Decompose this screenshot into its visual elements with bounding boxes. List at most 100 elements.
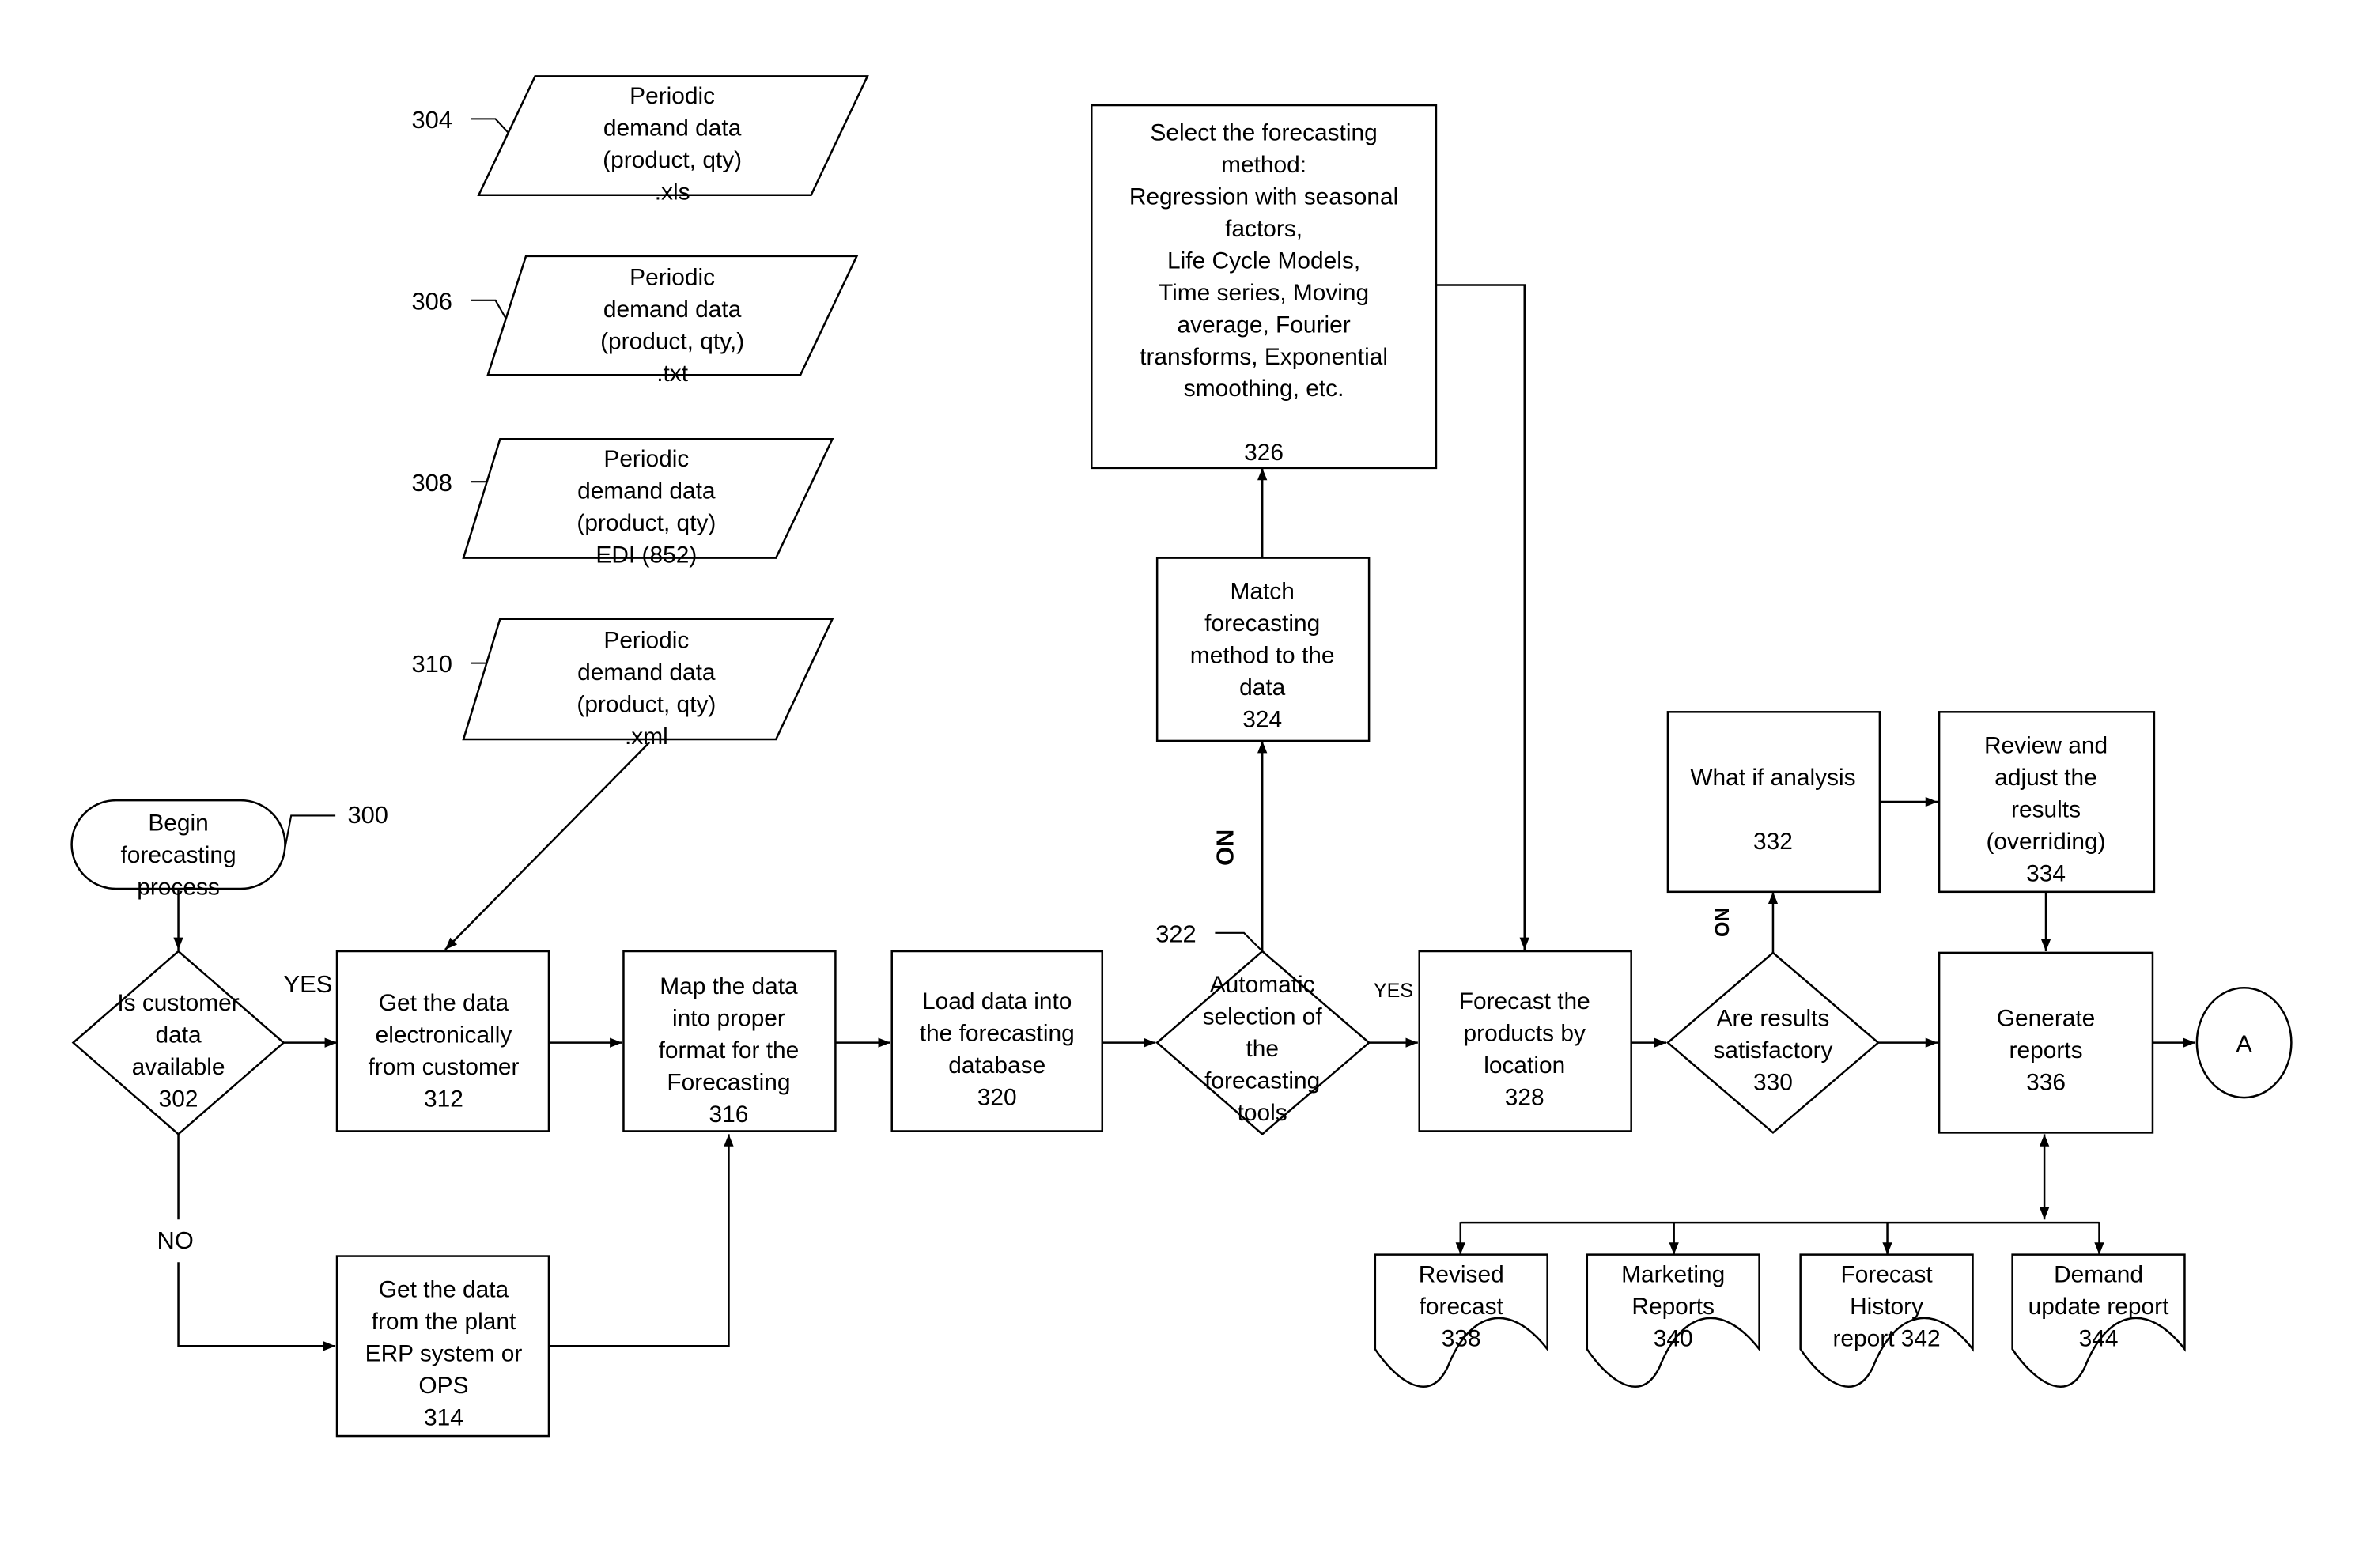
process-312: Get the data electronically from customer 3… xyxy=(335,950,550,1132)
box-314-text-line: from the plant xyxy=(372,1309,516,1335)
report-344-text-line: update report xyxy=(2028,1294,2169,1320)
box-332-text-line: What if analysis xyxy=(1690,765,1855,791)
decision-330-text-line: satisfactory xyxy=(1713,1037,1832,1064)
box-326-text-line: Life Cycle Models, xyxy=(1167,247,1360,274)
box-326-text-line: smoothing, etc. xyxy=(1184,376,1344,402)
box-314-text-line: OPS xyxy=(418,1373,468,1399)
box-320-text-line: 320 xyxy=(977,1085,1017,1111)
report-340: Marketing Reports 340 xyxy=(1586,1253,1760,1388)
report-documents: Revised forecast 338 Marketing Reports 340 For… xyxy=(1374,1253,2186,1388)
input-308: 308 Periodic demand data (product, qty) EDI… xyxy=(411,437,834,568)
report-340-text-line: 340 xyxy=(1654,1325,1693,1351)
decision-330-text-line: Are results xyxy=(1717,1005,1830,1031)
box-316-text-line: Forecasting xyxy=(667,1069,790,1095)
ref-label-308: 308 xyxy=(411,469,452,497)
box-326-text-line: 326 xyxy=(1244,440,1284,466)
process-314: Get the data from the plant ERP system or O… xyxy=(335,1255,550,1438)
decision-322-text-line: forecasting xyxy=(1204,1068,1320,1094)
box-326-text-line: factors, xyxy=(1225,216,1302,242)
box-326-text-line: method: xyxy=(1221,152,1306,178)
box-324-text-line: Match xyxy=(1230,579,1294,605)
report-340-text-line: Marketing xyxy=(1621,1261,1725,1287)
decision-302-text-line: available xyxy=(132,1054,225,1080)
arrow-314-to-316 xyxy=(548,1134,734,1347)
input-text-308-line: EDI (852) xyxy=(595,542,697,568)
box-324-text-line: 324 xyxy=(1242,707,1282,733)
box-328-text-line: Forecast the xyxy=(1459,988,1590,1014)
input-text-310-line: Periodic xyxy=(603,627,689,653)
input-text-304-line: demand data xyxy=(603,115,742,142)
box-312-text-line: electronically xyxy=(376,1022,512,1048)
box-316-text-line: into proper xyxy=(672,1005,785,1031)
process-326: Select the forecasting method: Regression … xyxy=(1091,104,1438,470)
input-304: 304 Periodic demand data (product, qty) .xl… xyxy=(411,75,869,206)
input-306: 306 Periodic demand data (product, qty,) .t… xyxy=(411,255,859,387)
input-text-304-line: .xls xyxy=(655,179,690,206)
box-326-text-line: Select the forecasting xyxy=(1150,119,1377,145)
input-text-306-line: .txt xyxy=(656,361,689,387)
report-342-text-line: report 342 xyxy=(1832,1325,1940,1351)
decision-302: Is customer data available 302 xyxy=(71,950,285,1135)
input-text-308-line: demand data xyxy=(577,478,716,504)
input-text-304-line: (product, qty) xyxy=(603,147,742,173)
ref-label-310: 310 xyxy=(411,650,452,678)
process-336: Generate reports 336 xyxy=(1938,951,2154,1134)
box-332-text-line: 332 xyxy=(1753,829,1793,855)
box-336-text-line: Generate xyxy=(1997,1005,2096,1031)
process-328: Forecast the products by location 328 xyxy=(1418,950,1632,1132)
box-314-text-line: ERP system or xyxy=(365,1341,523,1367)
start-text-line: forecasting xyxy=(120,842,236,868)
no-label-322: NO xyxy=(1211,829,1238,866)
box-312-text-line: 312 xyxy=(424,1086,463,1113)
arrow-326-to-328 xyxy=(1435,284,1529,950)
box-314-text-line: 314 xyxy=(424,1405,463,1431)
box-314-text-line: Get the data xyxy=(379,1277,509,1303)
process-324: Match forecasting method to the data 324 xyxy=(1155,557,1371,742)
input-text-306-line: Periodic xyxy=(630,265,715,291)
box-334-text-line: adjust the xyxy=(1994,765,2097,791)
report-342-text-line: History xyxy=(1850,1294,1923,1320)
box-328-text-line: products by xyxy=(1464,1021,1586,1047)
box-326-text-line: Regression with seasonal xyxy=(1129,183,1398,210)
report-340-text-line: Reports xyxy=(1631,1294,1715,1320)
input-text-308-line: Periodic xyxy=(603,446,689,472)
input-310: 310 Periodicdemand data(product, qty).xm… xyxy=(411,618,834,750)
decision-302-text-line: Is customer xyxy=(117,990,239,1016)
arrow-310-to-312 xyxy=(444,741,651,950)
box-312-text-line: Get the data xyxy=(379,990,509,1016)
ref-label-304: 304 xyxy=(411,106,452,134)
ref-label-322: 322 xyxy=(1155,920,1196,947)
report-344-text-line: 344 xyxy=(2079,1325,2119,1351)
box-326-text-line: transforms, Exponential xyxy=(1140,344,1388,370)
input-text-306-line: (product, qty,) xyxy=(600,328,744,354)
report-342-text-line: Forecast xyxy=(1840,1261,1933,1287)
report-344-text-line: Demand xyxy=(2054,1261,2143,1287)
box-328-text-line: location xyxy=(1484,1052,1565,1079)
report-338-text-line: 338 xyxy=(1442,1325,1481,1351)
report-338-text-line: Revised xyxy=(1419,1261,1504,1287)
box-328-text-line: 328 xyxy=(1505,1085,1544,1111)
connector-label: A xyxy=(2236,1031,2252,1057)
connector-a: A xyxy=(2195,987,2293,1099)
report-344: Demand update report 344 xyxy=(2011,1253,2186,1388)
box-334-text-line: results xyxy=(2011,796,2081,822)
box-316-text-line: Map the data xyxy=(660,973,798,999)
leader-line-306 xyxy=(471,299,509,323)
box-334-text-line: (overriding) xyxy=(1986,829,2105,855)
process-334: Review and adjust the results (overriding) 3… xyxy=(1938,711,2156,894)
leader-line-322 xyxy=(1215,931,1263,952)
decision-302-text-line: 302 xyxy=(159,1086,198,1113)
report-338-text-line: forecast xyxy=(1420,1294,1504,1320)
input-text-306-line: demand data xyxy=(603,297,742,323)
box-312-text-line: from customer xyxy=(369,1054,520,1080)
box-336-text-line: 336 xyxy=(2026,1069,2066,1095)
process-332: What if analysis 332 xyxy=(1666,711,1881,894)
decision-330-text-line: 330 xyxy=(1753,1069,1793,1095)
leader-line-300 xyxy=(284,814,336,848)
yes-label-322: YES xyxy=(1374,980,1413,1002)
ref-label-300: 300 xyxy=(348,801,388,829)
box-326-text-line: average, Fourier xyxy=(1178,312,1351,338)
input-text-308-line: (product, qty) xyxy=(577,510,716,536)
process-316: Map the data into proper format for the For… xyxy=(622,950,837,1132)
input-text-304-line: Periodic xyxy=(630,83,715,109)
